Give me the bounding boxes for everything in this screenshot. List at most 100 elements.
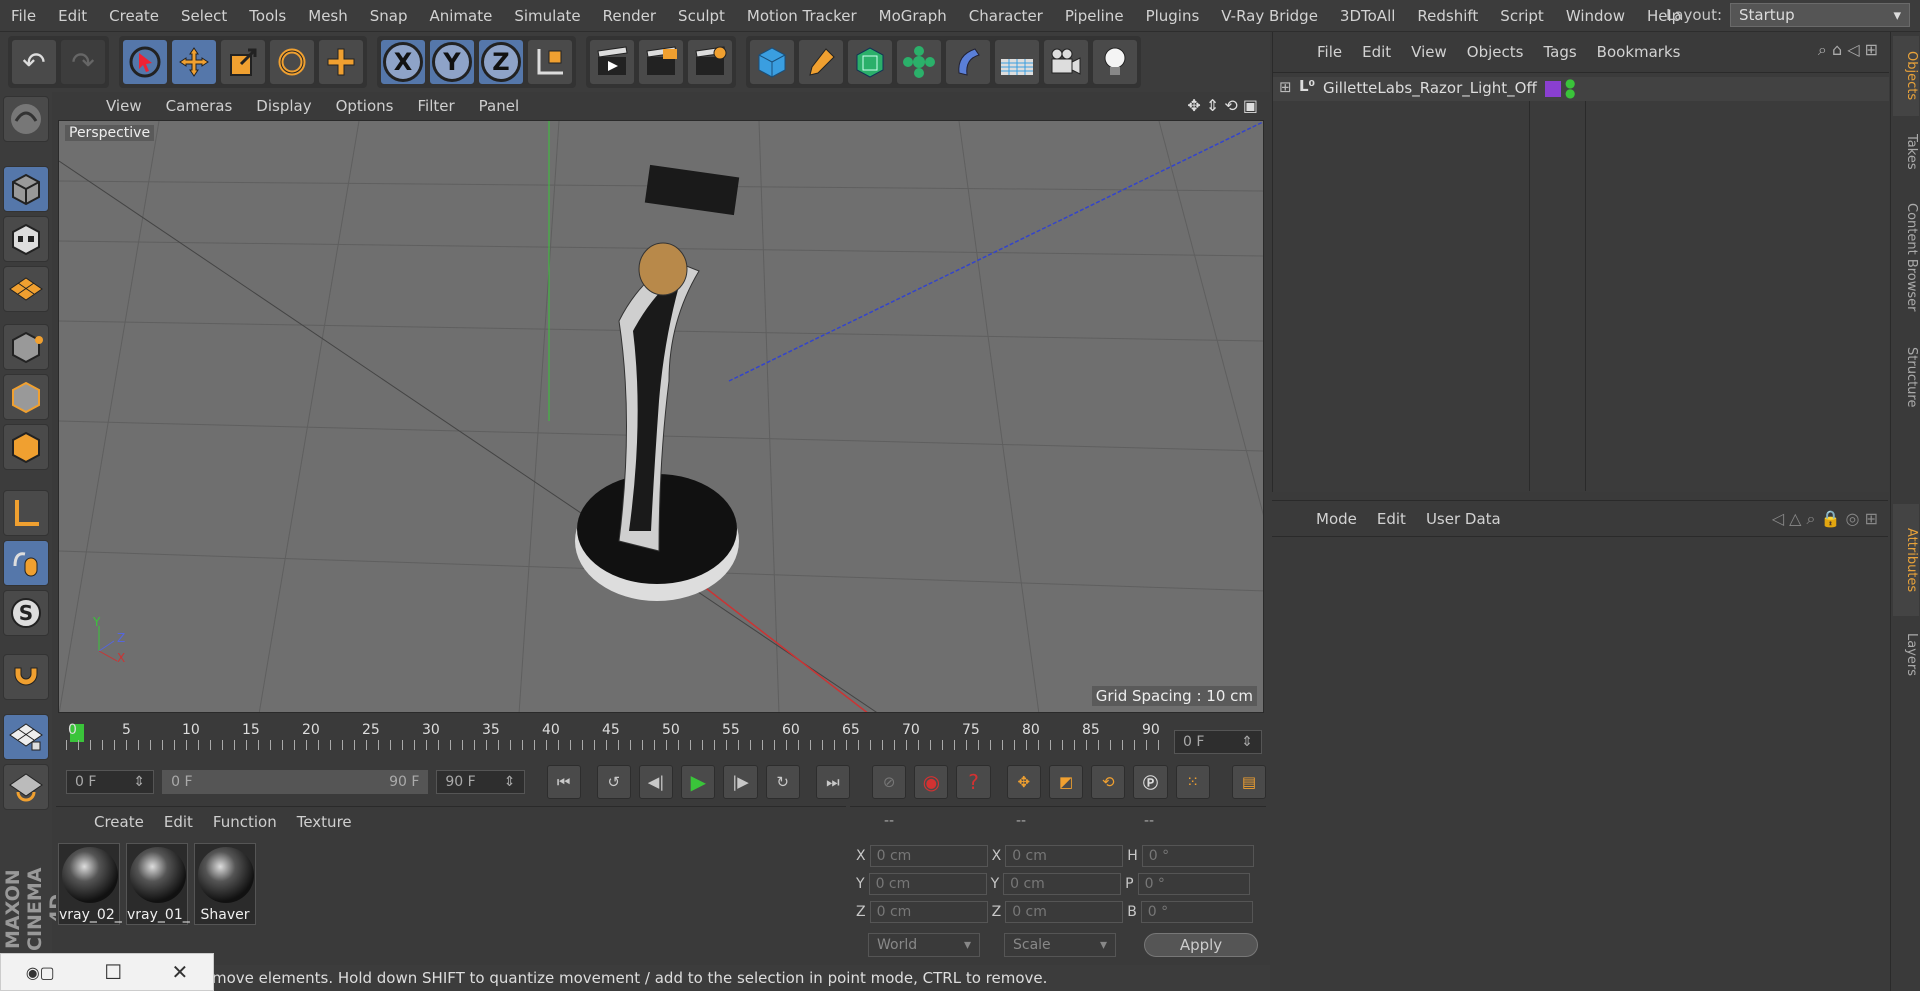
menu-motion-tracker[interactable]: Motion Tracker	[736, 0, 868, 32]
viewport-menu-panel[interactable]: Panel	[467, 92, 531, 120]
snap-grid-button[interactable]	[3, 764, 49, 810]
rotate-tool-button[interactable]	[269, 39, 315, 85]
viewport-menu-view[interactable]: View	[94, 92, 154, 120]
size-y-field[interactable]: 0 cm	[1003, 873, 1122, 895]
material-swatch[interactable]: vray_01_	[126, 843, 190, 925]
object-menu-objects[interactable]: Objects	[1457, 43, 1534, 61]
live-selection-button[interactable]	[318, 39, 364, 85]
y-axis-button[interactable]: Y	[429, 39, 475, 85]
menu-sculpt[interactable]: Sculpt	[667, 0, 736, 32]
cloner-button[interactable]	[896, 39, 942, 85]
visibility-dots[interactable]: ● ●	[1565, 77, 1575, 99]
material-menu-function[interactable]: Function	[203, 813, 287, 831]
close-icon[interactable]: ✕	[172, 960, 189, 984]
key-rotation-button[interactable]: ⟲	[1091, 765, 1126, 799]
menu-vray-bridge[interactable]: V-Ray Bridge	[1210, 0, 1329, 32]
camera-button[interactable]	[1043, 39, 1089, 85]
attribute-menu-edit[interactable]: Edit	[1367, 510, 1416, 528]
object-menu-bookmarks[interactable]: Bookmarks	[1587, 43, 1691, 61]
undo-button[interactable]: ↶	[11, 39, 57, 85]
material-menu-create[interactable]: Create	[84, 813, 154, 831]
move-tool-button[interactable]	[171, 39, 217, 85]
axis-mode-button[interactable]	[3, 490, 49, 536]
pen-button[interactable]	[798, 39, 844, 85]
key-pla-button[interactable]: ⁙	[1175, 765, 1210, 799]
viewport-canvas[interactable]: Y Z X Perspective Grid Spacing : 10 cm	[58, 120, 1264, 713]
tweak-mode-button[interactable]	[3, 540, 49, 586]
subdivision-button[interactable]	[847, 39, 893, 85]
play-button[interactable]: ▶	[681, 765, 716, 799]
timeline-ruler[interactable]: 0 5 10 15 20 25 30 35 40 45 50 55 60 65 70 75 80 85 90 0 F…	[56, 718, 1266, 758]
menu-pipeline[interactable]: Pipeline	[1054, 0, 1135, 32]
menu-edit[interactable]: Edit	[47, 0, 98, 32]
object-menu-file[interactable]: File	[1307, 43, 1352, 61]
floor-button[interactable]	[994, 39, 1040, 85]
menu-file[interactable]: File	[0, 0, 47, 32]
key-position-button[interactable]: ✥	[1006, 765, 1041, 799]
position-z-field[interactable]: 0 cm	[869, 901, 988, 923]
attribute-tool-icons[interactable]: ◁ △ ⌕ 🔒 ◎ ⊞	[1772, 509, 1878, 529]
size-x-field[interactable]: 0 cm	[1005, 845, 1124, 867]
redo-button[interactable]: ↷	[60, 39, 106, 85]
menu-snap[interactable]: Snap	[359, 0, 419, 32]
workplane-mode-button[interactable]	[3, 266, 49, 312]
material-swatch[interactable]: Shaver	[194, 843, 256, 925]
attribute-menu-mode[interactable]: Mode	[1306, 510, 1367, 528]
render-picture-viewer-button[interactable]	[638, 39, 684, 85]
position-y-field[interactable]: 0 cm	[868, 873, 987, 895]
polygons-mode-button[interactable]	[3, 424, 49, 470]
object-menu-tags[interactable]: Tags	[1533, 43, 1586, 61]
key-scale-button[interactable]: ◩	[1048, 765, 1084, 799]
go-to-start-button[interactable]: ⏮	[546, 765, 581, 799]
tab-structure[interactable]: Structure	[1893, 332, 1919, 422]
grid-lock-button[interactable]	[3, 714, 49, 760]
next-key-button[interactable]: ↻	[765, 765, 800, 799]
snap-button[interactable]	[3, 654, 49, 700]
size-z-field[interactable]: 0 cm	[1005, 901, 1124, 923]
menu-mesh[interactable]: Mesh	[297, 0, 359, 32]
texture-mode-button[interactable]	[3, 216, 49, 262]
menu-redshift[interactable]: Redshift	[1406, 0, 1489, 32]
object-menu-view[interactable]: View	[1401, 43, 1457, 61]
frame-range-slider[interactable]: 0 F 90 F	[162, 770, 429, 794]
menu-mograph[interactable]: MoGraph	[868, 0, 958, 32]
menu-tools[interactable]: Tools	[238, 0, 297, 32]
previous-frame-button[interactable]: ◀|	[638, 765, 674, 799]
viewport-menu-options[interactable]: Options	[324, 92, 406, 120]
cube-button[interactable]	[749, 39, 795, 85]
material-menu-edit[interactable]: Edit	[154, 813, 203, 831]
menu-character[interactable]: Character	[958, 0, 1054, 32]
coordinate-system-button[interactable]	[527, 39, 573, 85]
solo-button[interactable]: S	[3, 590, 49, 636]
material-swatch[interactable]: vray_02_	[58, 843, 122, 925]
position-x-field[interactable]: 0 cm	[869, 845, 988, 867]
render-settings-button[interactable]	[687, 39, 733, 85]
menu-select[interactable]: Select	[170, 0, 238, 32]
tab-takes[interactable]: Takes	[1893, 122, 1919, 182]
menu-script[interactable]: Script	[1489, 0, 1555, 32]
rotation-p-field[interactable]: 0 °	[1137, 873, 1250, 895]
record-button[interactable]: ◉	[914, 765, 949, 799]
menu-3dtoall[interactable]: 3DToAll	[1329, 0, 1406, 32]
cinema4d-app-icon[interactable]: ◉▢	[26, 963, 55, 982]
menu-animate[interactable]: Animate	[419, 0, 504, 32]
select-tool-button[interactable]	[122, 39, 168, 85]
layer-color-swatch[interactable]	[1545, 81, 1561, 97]
menu-create[interactable]: Create	[98, 0, 170, 32]
light-button[interactable]	[1092, 39, 1138, 85]
viewport-nav-icons[interactable]: ✥ ⇕ ⟲ ▣	[1187, 96, 1258, 115]
timeline-window-button[interactable]: ▤	[1231, 765, 1267, 799]
edges-mode-button[interactable]	[3, 374, 49, 420]
next-frame-button[interactable]: |▶	[723, 765, 758, 799]
tab-objects[interactable]: Objects	[1893, 36, 1919, 116]
render-view-button[interactable]	[589, 39, 635, 85]
previous-key-button[interactable]: ↺	[596, 765, 631, 799]
object-manager-tool-icons[interactable]: ⌕ ⌂ ◁ ⊞	[1818, 40, 1878, 60]
points-mode-button[interactable]	[3, 324, 49, 370]
scale-tool-button[interactable]	[220, 39, 266, 85]
attribute-menu-user-data[interactable]: User Data	[1416, 510, 1511, 528]
current-frame-field[interactable]: 0 F ⇕	[1174, 730, 1262, 754]
size-mode-dropdown[interactable]: Scale ▾	[1004, 933, 1116, 957]
key-param-button[interactable]: Ⓟ	[1133, 765, 1168, 799]
viewport-menu-filter[interactable]: Filter	[405, 92, 466, 120]
